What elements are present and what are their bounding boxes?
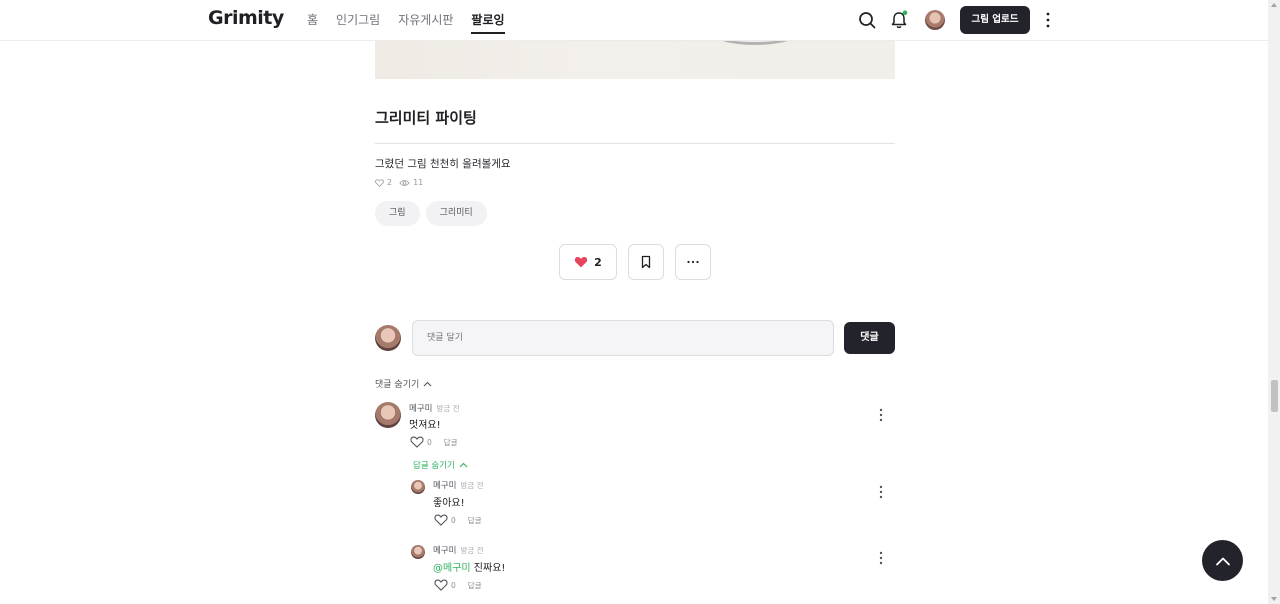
avatar	[375, 325, 401, 351]
reply-more-icon[interactable]	[878, 485, 884, 499]
more-actions-button[interactable]	[675, 244, 711, 280]
scroll-down-arrow[interactable]	[1271, 597, 1277, 601]
eye-icon	[399, 179, 410, 186]
profile-avatar[interactable]	[925, 10, 945, 30]
chevron-up-icon	[423, 381, 432, 386]
author-name[interactable]: 메구미	[409, 404, 432, 414]
scroll-thumb[interactable]	[1271, 380, 1278, 412]
post-actions: 2	[559, 244, 711, 280]
comment-more-icon[interactable]	[878, 408, 884, 422]
chevron-up-icon	[459, 462, 468, 468]
heart-outline-icon[interactable]	[410, 436, 424, 448]
post-body: 그렸던 그림 천천히 올려볼게요	[375, 158, 511, 170]
ellipsis-icon	[687, 260, 699, 264]
nav-home[interactable]: 홈	[307, 0, 318, 41]
divider	[375, 143, 895, 144]
view-count: 11	[413, 178, 424, 187]
hide-comments-toggle[interactable]: 댓글 숨기기	[375, 377, 432, 390]
comment-meta: 0 답글	[410, 436, 458, 448]
nav-popular[interactable]: 인기그림	[336, 0, 380, 41]
reply-meta: 0 답글	[434, 579, 482, 591]
page-scrollbar[interactable]	[1268, 0, 1280, 604]
heart-outline-icon[interactable]	[434, 514, 448, 526]
like-button[interactable]: 2	[559, 244, 617, 280]
more-menu-icon[interactable]	[1043, 11, 1053, 29]
nav-board[interactable]: 자유게시판	[398, 0, 453, 41]
avatar[interactable]	[375, 402, 401, 428]
avatar[interactable]	[411, 480, 425, 494]
post-image	[375, 41, 895, 79]
main-nav: 홈 인기그림 자유게시판 팔로잉	[307, 0, 523, 41]
reply-author: 메구미 방금 전	[433, 479, 484, 491]
like-count: 2	[387, 178, 393, 187]
hide-comments-label: 댓글 숨기기	[375, 380, 420, 390]
logo[interactable]: Grimity	[208, 7, 284, 29]
reply-author: 메구미 방금 전	[433, 544, 484, 556]
comment-input[interactable]	[412, 320, 834, 356]
post-title: 그리미티 파이팅	[375, 109, 477, 127]
heart-filled-icon	[575, 256, 588, 268]
reply-more-icon[interactable]	[878, 551, 884, 565]
upload-button[interactable]: 그림 업로드	[960, 6, 1030, 34]
reply-button[interactable]: 답글	[444, 437, 458, 448]
heart-outline-icon	[375, 178, 384, 187]
comment-author: 메구미 방금 전	[409, 402, 460, 414]
reply-button[interactable]: 답글	[468, 580, 482, 591]
scroll-up-arrow[interactable]	[1271, 3, 1277, 7]
submit-comment-button[interactable]: 댓글	[844, 322, 895, 354]
search-icon[interactable]	[857, 10, 877, 30]
avatar[interactable]	[411, 545, 425, 559]
reply-meta: 0 답글	[434, 514, 482, 526]
post-stats: 2 11	[375, 178, 423, 187]
comment-text: 멋져요!	[409, 420, 441, 431]
bookmark-button[interactable]	[628, 244, 664, 280]
hide-replies-toggle[interactable]: 답글 숨기기	[413, 459, 468, 471]
chevron-up-icon	[1215, 557, 1230, 565]
reply-time: 방금 전	[460, 546, 484, 555]
like-button-count: 2	[594, 255, 602, 269]
bell-icon[interactable]	[889, 10, 909, 30]
author-name[interactable]: 메구미	[433, 546, 456, 556]
reply-like-count: 0	[451, 580, 456, 590]
bookmark-icon	[641, 255, 651, 269]
comment-like-count: 0	[427, 437, 432, 447]
tag-item[interactable]: 그림	[375, 201, 420, 226]
mention[interactable]: @메구미	[433, 563, 471, 574]
top-header: Grimity 홈 인기그림 자유게시판 팔로잉 그림 업로드	[0, 0, 1268, 41]
scroll-to-top-button[interactable]	[1202, 540, 1243, 581]
reply-text: 좋아요!	[433, 498, 465, 509]
comment-form: 댓글	[375, 320, 895, 356]
hide-replies-label: 답글 숨기기	[413, 461, 455, 471]
comment-time: 방금 전	[436, 404, 460, 413]
reply-button[interactable]: 답글	[468, 515, 482, 526]
reply-time: 방금 전	[460, 481, 484, 490]
reply-body: 진짜요!	[473, 563, 506, 574]
reply-like-count: 0	[451, 515, 456, 525]
nav-following[interactable]: 팔로잉	[471, 0, 505, 41]
author-name[interactable]: 메구미	[433, 481, 456, 491]
heart-outline-icon[interactable]	[434, 579, 448, 591]
tag-item[interactable]: 그리미티	[425, 201, 487, 226]
reply-text: @메구미 진짜요!	[433, 559, 505, 574]
tag-list: 그림 그리미티	[375, 201, 487, 226]
